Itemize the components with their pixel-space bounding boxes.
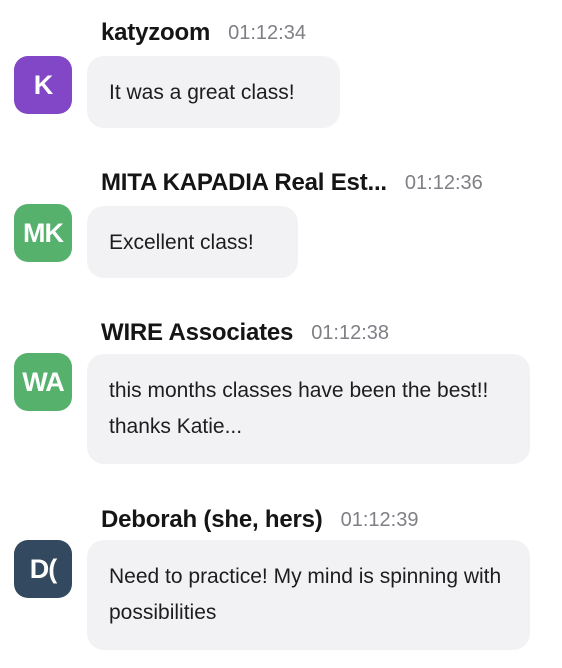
- avatar-initials: MK: [23, 217, 64, 248]
- message-header: Deborah (she, hers) 01:12:39: [101, 503, 418, 537]
- avatar-initials: WA: [22, 366, 64, 397]
- sender-name: WIRE Associates: [101, 319, 294, 346]
- avatar[interactable]: WA: [14, 353, 72, 411]
- message-header: WIRE Associates 01:12:38: [101, 316, 389, 350]
- sender-name: katyzoom: [101, 19, 211, 46]
- sender-name: MITA KAPADIA Real Est...: [101, 169, 387, 196]
- avatar[interactable]: D(: [14, 540, 72, 598]
- avatar-initials: K: [33, 69, 53, 100]
- message-text: Need to practice! My mind is spinning wi…: [109, 565, 502, 624]
- message-bubble[interactable]: this months classes have been the best!!…: [87, 354, 530, 464]
- message-bubble[interactable]: Need to practice! My mind is spinning wi…: [87, 540, 530, 650]
- message-text: this months classes have been the best!!…: [109, 379, 489, 438]
- message-bubble[interactable]: Excellent class!: [87, 206, 298, 278]
- message-timestamp: 01:12:36: [404, 171, 483, 194]
- message-timestamp: 01:12:38: [311, 321, 390, 344]
- sender-name: Deborah (she, hers): [101, 506, 323, 533]
- message-header: katyzoom 01:12:34: [101, 16, 306, 50]
- chat-message-list: katyzoom 01:12:34 K It was a great class…: [0, 0, 562, 668]
- message-text: Excellent class!: [109, 231, 254, 254]
- message-timestamp: 01:12:39: [340, 508, 419, 531]
- message-text: It was a great class!: [109, 81, 295, 104]
- message-bubble[interactable]: It was a great class!: [87, 56, 340, 128]
- message-header: MITA KAPADIA Real Est... 01:12:36: [101, 166, 483, 200]
- avatar[interactable]: MK: [14, 204, 72, 262]
- avatar[interactable]: K: [14, 56, 72, 114]
- avatar-initials: D(: [29, 553, 57, 584]
- message-timestamp: 01:12:34: [228, 21, 306, 44]
